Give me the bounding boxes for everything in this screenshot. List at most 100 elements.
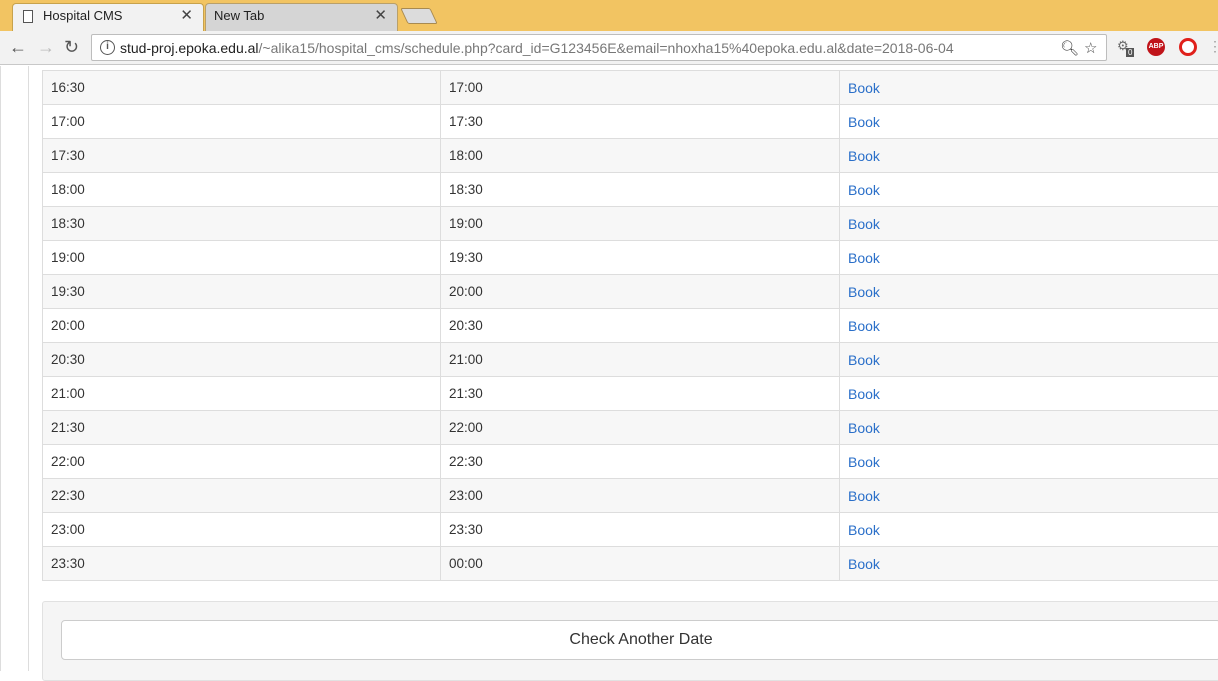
- action-cell: Book: [840, 173, 1218, 207]
- adblock-plus-icon[interactable]: ABP: [1147, 38, 1165, 56]
- book-link[interactable]: Book: [848, 352, 880, 368]
- end-time-cell: 19:00: [441, 207, 840, 241]
- table-row: 17:3018:00 Book: [43, 139, 1218, 173]
- action-cell: Book: [840, 513, 1218, 547]
- action-cell: Book: [840, 445, 1218, 479]
- start-time-cell: 19:30: [43, 275, 441, 309]
- table-row: 22:0022:30 Book: [43, 445, 1218, 479]
- book-link[interactable]: Book: [848, 556, 880, 572]
- start-time-cell: 20:00: [43, 309, 441, 343]
- action-cell: Book: [840, 377, 1218, 411]
- end-time-cell: 18:00: [441, 139, 840, 173]
- schedule-table: 16:3017:00Book17:0017:30 Book 17:3018:00 Bo…: [42, 70, 1218, 581]
- footer-panel: Check Another Date: [42, 601, 1218, 681]
- start-time-cell: 17:30: [43, 139, 441, 173]
- start-time-cell: 19:00: [43, 241, 441, 275]
- address-bar[interactable]: i stud-proj.epoka.edu.al/~alika15/hospit…: [91, 34, 1107, 61]
- page-divider: [28, 66, 29, 671]
- action-cell: Book: [840, 275, 1218, 309]
- check-another-date-button[interactable]: Check Another Date: [61, 620, 1218, 660]
- action-cell: Book: [840, 479, 1218, 513]
- start-time-cell: 22:00: [43, 445, 441, 479]
- table-row: 20:3021:00 Book: [43, 343, 1218, 377]
- start-time-cell: 17:00: [43, 105, 441, 139]
- url-host: stud-proj.epoka.edu.al: [120, 40, 259, 56]
- forward-arrow-icon[interactable]: →: [37, 37, 55, 58]
- url-text[interactable]: stud-proj.epoka.edu.al/~alika15/hospital…: [120, 40, 954, 56]
- action-cell: Book: [840, 343, 1218, 377]
- page-icon: [23, 10, 33, 23]
- action-cell: Book: [840, 547, 1218, 581]
- table-row: 19:3020:00 Book: [43, 275, 1218, 309]
- table-row: 16:3017:00Book: [43, 71, 1218, 105]
- table-row: 18:3019:00 Book: [43, 207, 1218, 241]
- opera-icon[interactable]: [1179, 38, 1197, 56]
- table-row: 17:0017:30 Book: [43, 105, 1218, 139]
- book-link[interactable]: Book: [848, 216, 880, 232]
- table-row: 20:0020:30 Book: [43, 309, 1218, 343]
- end-time-cell: 18:30: [441, 173, 840, 207]
- url-path: /~alika15/hospital_cms/schedule.php?card…: [259, 40, 954, 56]
- end-time-cell: 22:00: [441, 411, 840, 445]
- start-time-cell: 23:00: [43, 513, 441, 547]
- extension-badge: 0: [1126, 48, 1134, 57]
- tab-title: Hospital CMS: [43, 4, 122, 28]
- extension-icon[interactable]: ⚙0: [1117, 38, 1137, 56]
- start-time-cell: 20:30: [43, 343, 441, 377]
- action-cell: Book: [840, 71, 1218, 105]
- action-cell: Book: [840, 241, 1218, 275]
- book-link[interactable]: Book: [848, 386, 880, 402]
- info-icon[interactable]: i: [100, 40, 115, 55]
- menu-icon[interactable]: ⋮: [1208, 38, 1218, 56]
- book-link[interactable]: Book: [848, 182, 880, 198]
- book-link[interactable]: Book: [848, 114, 880, 130]
- book-link[interactable]: Book: [848, 488, 880, 504]
- close-tab-icon[interactable]: ✕: [374, 4, 387, 28]
- end-time-cell: 22:30: [441, 445, 840, 479]
- end-time-cell: 19:30: [441, 241, 840, 275]
- table-row: 19:0019:30 Book: [43, 241, 1218, 275]
- book-link[interactable]: Book: [848, 80, 880, 96]
- action-cell: Book: [840, 139, 1218, 173]
- new-tab-button[interactable]: [400, 8, 437, 24]
- table-row: 22:3023:00 Book: [43, 479, 1218, 513]
- table-row: 23:3000:00 Book: [43, 547, 1218, 581]
- table-row: 21:3022:00 Book: [43, 411, 1218, 445]
- book-link[interactable]: Book: [848, 250, 880, 266]
- end-time-cell: 20:30: [441, 309, 840, 343]
- tab-new-tab[interactable]: New Tab ✕: [205, 3, 398, 31]
- start-time-cell: 21:00: [43, 377, 441, 411]
- book-link[interactable]: Book: [848, 454, 880, 470]
- action-cell: Book: [840, 207, 1218, 241]
- browser-toolbar: ← → ↻ i stud-proj.epoka.edu.al/~alika15/…: [0, 31, 1218, 65]
- page-content: 16:3017:00Book17:0017:30 Book 17:3018:00 Bo…: [0, 66, 1218, 671]
- action-cell: Book: [840, 309, 1218, 343]
- bookmark-star-icon[interactable]: ☆: [1084, 39, 1097, 57]
- end-time-cell: 23:30: [441, 513, 840, 547]
- end-time-cell: 21:30: [441, 377, 840, 411]
- book-link[interactable]: Book: [848, 318, 880, 334]
- start-time-cell: 18:30: [43, 207, 441, 241]
- tab-title: New Tab: [214, 4, 264, 28]
- book-link[interactable]: Book: [848, 148, 880, 164]
- reload-icon[interactable]: ↻: [64, 37, 79, 58]
- book-link[interactable]: Book: [848, 522, 880, 538]
- start-time-cell: 18:00: [43, 173, 441, 207]
- tab-hospital-cms[interactable]: Hospital CMS ✕: [12, 3, 204, 31]
- start-time-cell: 21:30: [43, 411, 441, 445]
- end-time-cell: 21:00: [441, 343, 840, 377]
- end-time-cell: 00:00: [441, 547, 840, 581]
- end-time-cell: 17:30: [441, 105, 840, 139]
- zoom-icon[interactable]: 🔍︎: [1060, 39, 1079, 57]
- end-time-cell: 23:00: [441, 479, 840, 513]
- book-link[interactable]: Book: [848, 284, 880, 300]
- book-link[interactable]: Book: [848, 420, 880, 436]
- start-time-cell: 16:30: [43, 71, 441, 105]
- start-time-cell: 23:30: [43, 547, 441, 581]
- browser-tab-strip: Hospital CMS ✕ New Tab ✕: [0, 0, 1218, 31]
- start-time-cell: 22:30: [43, 479, 441, 513]
- back-arrow-icon[interactable]: ←: [9, 37, 27, 58]
- close-tab-icon[interactable]: ✕: [180, 4, 193, 28]
- page-divider: [0, 66, 1, 671]
- end-time-cell: 20:00: [441, 275, 840, 309]
